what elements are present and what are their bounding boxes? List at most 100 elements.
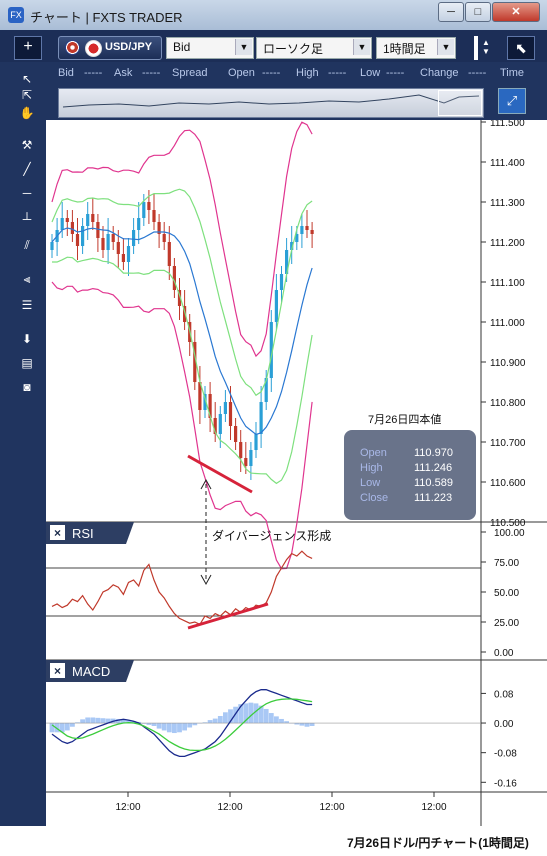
- price-type-value: Bid: [173, 40, 191, 54]
- macd-histogram-bar: [151, 723, 157, 726]
- expand-icon[interactable]: ⤢: [498, 88, 526, 114]
- rsi-close-icon[interactable]: ×: [54, 526, 61, 540]
- chart-type-value: ローソク足: [263, 42, 324, 56]
- candle-body: [132, 230, 136, 246]
- maximize-icon[interactable]: □: [465, 2, 491, 22]
- price-axis-label: 110.800: [490, 398, 526, 409]
- currency-pair-button[interactable]: USD/JPY: [58, 36, 162, 60]
- ohlc-open-label: Open: [360, 447, 387, 459]
- hand-icon[interactable]: ✋: [14, 104, 40, 122]
- macd-histogram-bar: [309, 723, 315, 726]
- macd-histogram-bar: [95, 717, 101, 724]
- chart-area[interactable]: 111.500 111.400 111.300 111.200 111.100 111.0…: [46, 118, 547, 826]
- macd-histogram-bar: [279, 718, 284, 724]
- quote-separator: -----: [328, 67, 347, 79]
- crosshair-pointer-icon[interactable]: ⇱: [14, 86, 40, 104]
- fan-icon[interactable]: ⫷: [14, 270, 40, 288]
- candle-body: [50, 242, 54, 250]
- candle-body: [60, 218, 64, 230]
- chart-type-select[interactable]: ローソク足 ▼: [256, 37, 372, 59]
- macd-histogram-bar: [64, 723, 70, 731]
- macd-histogram-bar: [156, 723, 162, 729]
- macd-histogram-bar: [217, 716, 223, 724]
- jp-flag-icon: [85, 40, 102, 57]
- macd-histogram-bar: [304, 723, 310, 727]
- rsi-axis-label: 75.00: [494, 558, 519, 569]
- ohlc-title: 7月26日四本値: [368, 412, 441, 426]
- drawing-toolbar: ↖ ⇱ ✋ ⚒ ╱ ─ ┴ ⫽ ⫷ ☰ ⬇ ▤ ◙: [14, 64, 42, 826]
- macd-histogram-bar: [212, 718, 218, 724]
- quote-label-open: Open: [228, 67, 255, 79]
- candle-body: [81, 226, 85, 246]
- quote-label-time: Time: [500, 67, 525, 79]
- quote-label-high: High: [296, 67, 319, 79]
- ohlc-close-value: 111.223: [414, 492, 452, 504]
- candle-body: [254, 434, 258, 450]
- hammer-icon[interactable]: ⚒: [14, 136, 40, 154]
- list-icon[interactable]: ▤: [14, 354, 40, 372]
- download-icon[interactable]: ⬇: [14, 330, 40, 348]
- overview-line: [62, 94, 480, 108]
- chevron-down-icon: ▼: [437, 39, 454, 55]
- price-axis-label: 111.400: [490, 158, 525, 169]
- macd-histogram-bar: [49, 723, 55, 733]
- macd-axis-label: -0.08: [494, 749, 517, 760]
- price-type-select[interactable]: Bid ▼: [166, 37, 254, 59]
- add-chart-button[interactable]: +: [14, 36, 42, 60]
- overview-minichart[interactable]: [58, 88, 484, 118]
- quote-separator: -----: [468, 67, 487, 79]
- candle-body: [223, 402, 227, 414]
- time-axis-label: 12:00: [217, 802, 242, 813]
- quote-label-spread: Spread: [172, 67, 208, 79]
- time-axis-label: 12:00: [421, 802, 446, 813]
- timeframe-select[interactable]: 1時間足 ▼: [376, 37, 456, 59]
- fibonacci-icon[interactable]: ☰: [14, 296, 40, 314]
- candle-body: [259, 402, 263, 434]
- macd-histogram-bar: [223, 712, 228, 724]
- overview-range-slider[interactable]: [438, 90, 482, 116]
- chevron-down-icon: ▼: [353, 39, 370, 55]
- macd-histogram-bar: [166, 723, 172, 733]
- candle-body: [126, 246, 131, 262]
- quote-row: Bid ----- Ask ----- Spread Open ----- Hi…: [46, 64, 547, 84]
- ohlc-close-label: Close: [360, 492, 388, 504]
- macd-histogram-bar: [100, 718, 106, 724]
- trendline-icon[interactable]: ╱: [14, 160, 40, 178]
- quote-separator: -----: [142, 67, 161, 79]
- vertical-line-icon[interactable]: ┴: [14, 210, 40, 228]
- candle-body: [152, 210, 156, 222]
- candle-body: [167, 242, 171, 266]
- macd-close-icon[interactable]: ×: [54, 664, 61, 678]
- rsi-axis-label: 25.00: [494, 618, 519, 629]
- candle-body: [218, 414, 222, 434]
- macd-axis-label: 0.00: [494, 719, 514, 730]
- candle-body: [305, 226, 309, 230]
- horizontal-line-icon[interactable]: ─: [14, 184, 40, 202]
- chart-caption: 7月26日ドル/円チャート(1時間足): [347, 836, 529, 850]
- title-bar: FX チャート | FXTS TRADER ─ □ ✕: [0, 0, 547, 31]
- candle-body: [75, 234, 80, 246]
- ohlc-open-value: 110.970: [414, 447, 453, 459]
- arrow-up-left-icon[interactable]: ⬉: [507, 36, 535, 60]
- macd-histogram-bar: [263, 708, 269, 724]
- chart-canvas[interactable]: 111.500 111.400 111.300 111.200 111.100 111.0…: [46, 118, 547, 826]
- candle-body: [300, 226, 304, 234]
- ohlc-high-label: High: [360, 462, 383, 474]
- candle-body: [111, 234, 115, 242]
- camera-icon[interactable]: ◙: [14, 378, 40, 396]
- candle-body: [142, 202, 146, 218]
- candle-body: [172, 266, 176, 290]
- minimize-icon[interactable]: ─: [438, 2, 464, 22]
- candle-body: [234, 426, 238, 442]
- channel-icon[interactable]: ⫽: [14, 236, 40, 254]
- ohlc-low-label: Low: [360, 477, 380, 489]
- toolbar-scroll-icon[interactable]: ▲ ▼: [474, 36, 494, 60]
- close-icon[interactable]: ✕: [492, 2, 540, 22]
- us-flag-icon: [65, 40, 80, 55]
- app-icon: FX: [8, 7, 24, 23]
- macd-axis-label: 0.08: [494, 689, 514, 700]
- price-axis-label: 110.600: [490, 478, 526, 489]
- macd-histogram-bar: [85, 717, 91, 724]
- macd-histogram-bar: [192, 723, 198, 726]
- candle-body: [101, 238, 105, 250]
